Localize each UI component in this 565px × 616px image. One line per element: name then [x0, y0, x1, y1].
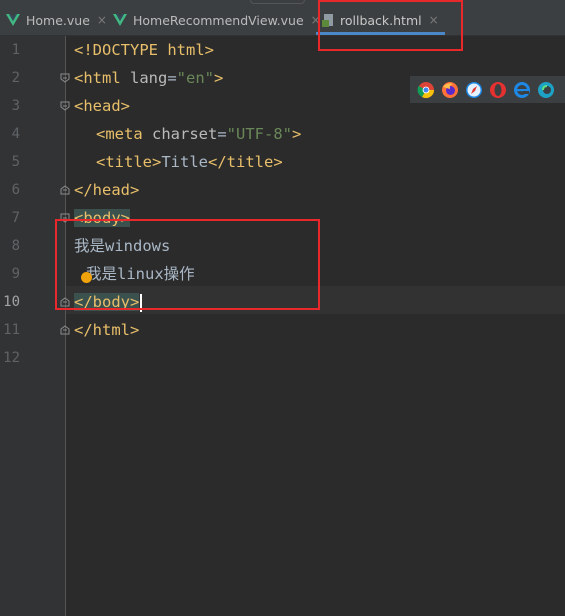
- html-close-tag: </html>: [74, 321, 140, 339]
- browser-preview-bar: [410, 76, 565, 103]
- line-number: 6: [11, 182, 20, 198]
- edge-icon[interactable]: [537, 81, 555, 99]
- toolbar-edge: [250, 0, 305, 4]
- fold-open-icon[interactable]: [60, 101, 70, 111]
- fold-close-icon[interactable]: [60, 185, 70, 195]
- attr-eq: =: [167, 69, 177, 87]
- line-number: 9: [11, 266, 20, 282]
- html-open-tag: <html: [74, 69, 130, 87]
- attr-value: "en": [176, 69, 214, 87]
- head-open-tag: <head>: [74, 97, 130, 115]
- fold-open-icon[interactable]: [60, 73, 70, 83]
- code-line-5[interactable]: <title>Title</title>: [96, 148, 283, 176]
- code-line-3[interactable]: <head>: [74, 92, 130, 120]
- vue-icon: [6, 14, 20, 26]
- tab-label: Home.vue: [26, 12, 90, 28]
- chrome-icon[interactable]: [417, 81, 435, 99]
- annotation-box-code: [55, 219, 320, 310]
- line-number: 5: [11, 154, 20, 170]
- doctype: <!DOCTYPE html>: [74, 41, 214, 59]
- fold-close-icon[interactable]: [60, 325, 70, 335]
- code-line-2[interactable]: <html lang="en">: [74, 64, 223, 92]
- tab-homerecommendview-vue[interactable]: HomeRecommendView.vue ×: [113, 6, 321, 34]
- attr-eq: =: [217, 125, 227, 143]
- title-close-tag: </title>: [208, 153, 283, 171]
- annotation-box-tab: [318, 0, 463, 51]
- line-number: 1: [11, 42, 20, 58]
- line-number: 10: [3, 294, 20, 310]
- tab-label: HomeRecommendView.vue: [133, 12, 304, 28]
- line-number: 4: [11, 126, 20, 142]
- tab-home-vue[interactable]: Home.vue ×: [6, 6, 107, 34]
- meta-open-tag: <meta: [96, 125, 152, 143]
- firefox-icon[interactable]: [441, 81, 459, 99]
- line-number: 12: [3, 350, 20, 366]
- attr-name: lang: [130, 69, 168, 87]
- vue-icon: [113, 14, 127, 26]
- code-line-1[interactable]: <!DOCTYPE html>: [74, 36, 214, 64]
- safari-icon[interactable]: [465, 81, 483, 99]
- head-close-tag: </head>: [74, 181, 140, 199]
- line-number: 8: [11, 238, 20, 254]
- code-line-11[interactable]: </html>: [74, 316, 139, 344]
- code-line-4[interactable]: <meta charset="UTF-8">: [96, 120, 301, 148]
- line-number: 3: [11, 98, 20, 114]
- opera-icon[interactable]: [489, 81, 507, 99]
- attr-name: charset: [152, 125, 218, 143]
- editor-tab-bar: Home.vue × HomeRecommendView.vue × rollb…: [0, 0, 565, 36]
- title-open-tag: <title>: [96, 153, 162, 171]
- code-line-6[interactable]: </head>: [74, 176, 139, 204]
- tag-close: >: [214, 69, 224, 87]
- title-text: Title: [161, 153, 208, 171]
- ie-icon[interactable]: [513, 81, 531, 99]
- line-number: 11: [3, 322, 20, 338]
- line-number: 7: [11, 210, 20, 226]
- attr-value: "UTF-8": [226, 125, 292, 143]
- tag-close: >: [292, 125, 302, 143]
- line-number: 2: [11, 70, 20, 86]
- close-icon[interactable]: ×: [97, 13, 107, 27]
